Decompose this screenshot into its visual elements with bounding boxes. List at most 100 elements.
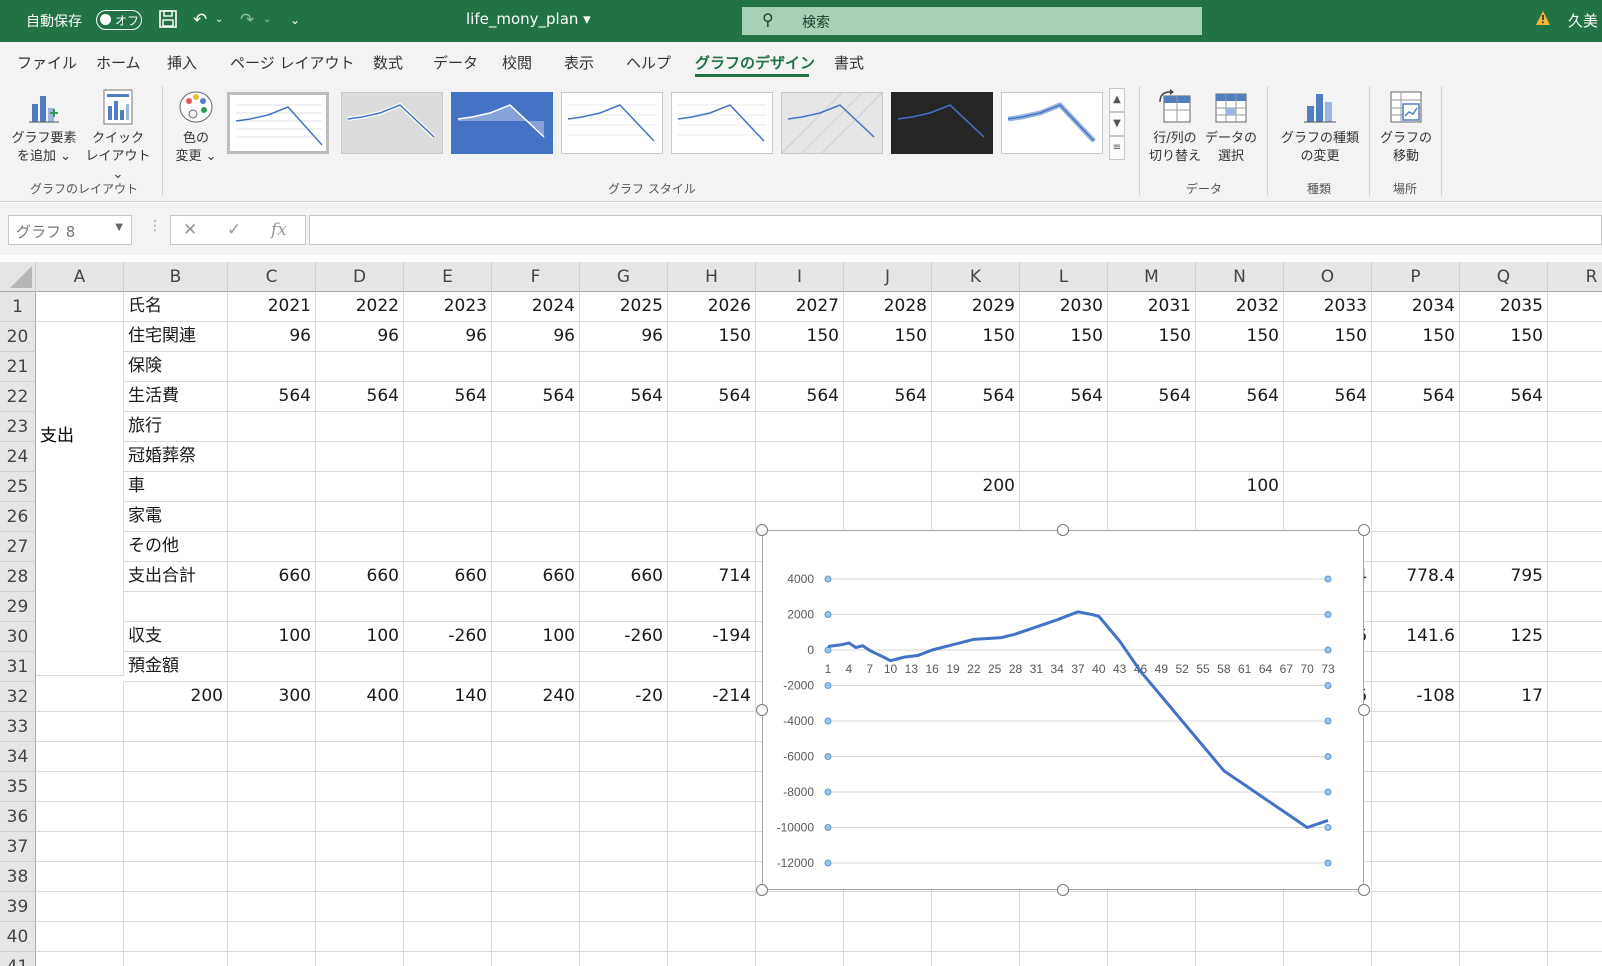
- cell-empty[interactable]: [228, 922, 316, 952]
- cell-value[interactable]: 2025: [580, 292, 668, 322]
- cell-value[interactable]: 150: [1284, 322, 1372, 352]
- cell-value[interactable]: [228, 412, 316, 442]
- cell-value[interactable]: 240: [492, 682, 580, 712]
- cell-value[interactable]: 300: [228, 682, 316, 712]
- cell-empty[interactable]: [492, 772, 580, 802]
- chart-object[interactable]: 4000 2000 0 -2000 -4000 -6000 -8000 -10000 -1200…: [762, 530, 1364, 890]
- cell-value[interactable]: [932, 352, 1020, 382]
- cell-empty[interactable]: [316, 862, 404, 892]
- column-header-m[interactable]: M: [1108, 262, 1196, 292]
- cell-empty[interactable]: [124, 832, 228, 862]
- cell-empty[interactable]: [36, 802, 124, 832]
- cell-empty[interactable]: [1108, 892, 1196, 922]
- chart-style-6[interactable]: [781, 92, 883, 154]
- cell-value[interactable]: 150: [1460, 322, 1548, 352]
- cell-value[interactable]: 150: [1372, 322, 1460, 352]
- cell-empty[interactable]: [668, 862, 756, 892]
- cell-empty[interactable]: [580, 832, 668, 862]
- column-header-q[interactable]: Q: [1460, 262, 1548, 292]
- gridline-handle[interactable]: [1324, 611, 1332, 618]
- column-header-j[interactable]: J: [844, 262, 932, 292]
- cell-empty[interactable]: [580, 712, 668, 742]
- cell-empty[interactable]: [756, 922, 844, 952]
- cell-label[interactable]: 氏名: [124, 292, 228, 322]
- cell-empty[interactable]: [228, 952, 316, 966]
- cell-value[interactable]: [1460, 592, 1548, 622]
- move-chart-button[interactable]: グラフの 移動: [1376, 88, 1436, 166]
- row-header-26[interactable]: 26: [0, 502, 36, 532]
- cell-empty[interactable]: [1020, 892, 1108, 922]
- column-header-i[interactable]: I: [756, 262, 844, 292]
- cell-empty[interactable]: [228, 832, 316, 862]
- cell-value[interactable]: [1460, 442, 1548, 472]
- cell-value[interactable]: [668, 532, 756, 562]
- formula-input[interactable]: [309, 215, 1602, 245]
- cell-value[interactable]: 17: [1460, 682, 1548, 712]
- cell-empty[interactable]: [36, 922, 124, 952]
- gridline-handle[interactable]: [1324, 824, 1332, 831]
- cell-value[interactable]: [1460, 412, 1548, 442]
- gridline-handle[interactable]: [1324, 575, 1332, 583]
- cell-value[interactable]: [1020, 472, 1108, 502]
- cell-value[interactable]: [1196, 412, 1284, 442]
- column-header-a[interactable]: A: [36, 262, 124, 292]
- column-header-b[interactable]: B: [124, 262, 228, 292]
- cell-empty[interactable]: [36, 712, 124, 742]
- cell-value[interactable]: 2024: [492, 292, 580, 322]
- gridline-handle[interactable]: [824, 575, 832, 583]
- cell-value[interactable]: [1548, 532, 1602, 562]
- gridline-handle[interactable]: [1324, 859, 1332, 867]
- cell-empty[interactable]: [1548, 712, 1602, 742]
- cell-value[interactable]: [580, 502, 668, 532]
- cell-value[interactable]: [228, 442, 316, 472]
- cell-value[interactable]: [668, 412, 756, 442]
- cell-value[interactable]: [1548, 592, 1602, 622]
- cell-value[interactable]: [1548, 622, 1602, 652]
- cell-empty[interactable]: [1372, 832, 1460, 862]
- row-header-24[interactable]: 24: [0, 442, 36, 472]
- name-box-dropdown-icon[interactable]: ▼: [115, 222, 123, 233]
- cell-empty[interactable]: [492, 952, 580, 966]
- cell-empty[interactable]: [1372, 862, 1460, 892]
- cell-empty[interactable]: [124, 742, 228, 772]
- line-chart[interactable]: 4000 2000 0 -2000 -4000 -6000 -8000 -10000 -1200…: [763, 531, 1365, 891]
- menu-insert[interactable]: 挿入: [167, 52, 197, 73]
- cell-value[interactable]: 660: [316, 562, 404, 592]
- row-header-40[interactable]: 40: [0, 922, 36, 952]
- cell-value[interactable]: [844, 352, 932, 382]
- name-box[interactable]: グラフ 8 ▼: [8, 215, 132, 245]
- cell-value[interactable]: 96: [580, 322, 668, 352]
- cell-value[interactable]: [668, 652, 756, 682]
- cell-empty[interactable]: [1196, 922, 1284, 952]
- cell-empty[interactable]: [316, 922, 404, 952]
- cell-value[interactable]: [1196, 352, 1284, 382]
- cell-value[interactable]: -214: [668, 682, 756, 712]
- cell-empty[interactable]: [1548, 802, 1602, 832]
- cell-empty[interactable]: [124, 802, 228, 832]
- menu-help[interactable]: ヘルプ: [626, 52, 671, 73]
- cell-value[interactable]: [756, 502, 844, 532]
- column-header-l[interactable]: L: [1020, 262, 1108, 292]
- cell-label[interactable]: 冠婚葬祭: [124, 442, 228, 472]
- cell-value[interactable]: 96: [316, 322, 404, 352]
- gallery-more[interactable]: ≡: [1109, 136, 1125, 160]
- cell-value[interactable]: [932, 502, 1020, 532]
- cell-value[interactable]: [756, 412, 844, 442]
- cell-empty[interactable]: [316, 712, 404, 742]
- cell-empty[interactable]: [1460, 772, 1548, 802]
- cell-empty[interactable]: [316, 952, 404, 966]
- change-chart-type-button[interactable]: グラフの種類 の変更: [1274, 88, 1366, 166]
- row-header-31[interactable]: 31: [0, 652, 36, 682]
- cell-empty[interactable]: [492, 832, 580, 862]
- cell-empty[interactable]: [316, 802, 404, 832]
- cell-value[interactable]: 660: [228, 562, 316, 592]
- cell-empty[interactable]: [404, 712, 492, 742]
- cell-empty[interactable]: [316, 892, 404, 922]
- cell-label[interactable]: 収支: [124, 622, 228, 652]
- cell-empty[interactable]: [1372, 802, 1460, 832]
- row-header-20[interactable]: 20: [0, 322, 36, 352]
- cell-value[interactable]: [668, 472, 756, 502]
- row-header-21[interactable]: 21: [0, 352, 36, 382]
- cell-value[interactable]: [668, 442, 756, 472]
- cell-value[interactable]: 2034: [1372, 292, 1460, 322]
